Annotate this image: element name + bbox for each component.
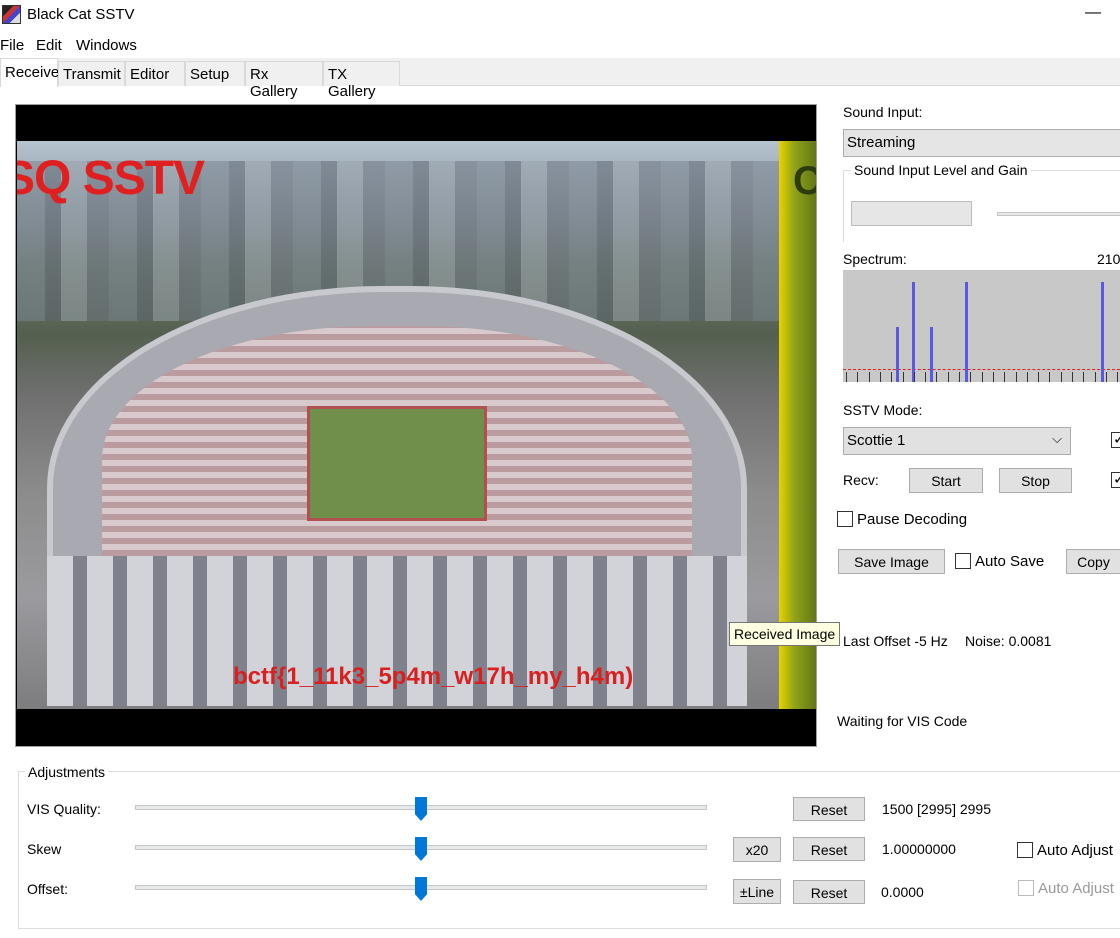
sstv-mode-value: Scottie 1 (847, 432, 906, 449)
spectrum-tick (947, 372, 949, 382)
received-image-panel[interactable]: C SQ SSTV bctf{1_11k3_5p4m_w17h_my_h4m) (15, 104, 817, 747)
chevron-down-icon: ⌵ (1052, 431, 1062, 446)
offset-line-button[interactable]: ±Line (733, 879, 781, 904)
spectrum-tick (846, 372, 847, 382)
vis-quality-label: VIS Quality: (27, 801, 101, 817)
spectrum-tick (891, 372, 893, 382)
spectrum-tick (981, 372, 983, 382)
auto-save-label: Auto Save (975, 553, 1045, 570)
minimize-button[interactable]: — (1083, 5, 1103, 24)
recv-checkbox[interactable] (1111, 470, 1120, 488)
spectrum-tick (1094, 372, 1096, 382)
spectrum-display (843, 270, 1120, 382)
stop-button[interactable]: Stop (999, 468, 1072, 493)
spectrum-bar (1101, 282, 1104, 382)
received-image: C SQ SSTV bctf{1_11k3_5p4m_w17h_my_h4m) (17, 141, 816, 709)
spectrum-baseline (843, 369, 1120, 370)
tab-tx-gallery[interactable]: TX Gallery (323, 61, 400, 100)
menu-file[interactable]: File (0, 37, 24, 54)
noise-text: Noise: 0.0081 (965, 633, 1052, 649)
image-overlay-flag: bctf{1_11k3_5p4m_w17h_my_h4m) (233, 663, 634, 690)
menu-edit[interactable]: Edit (36, 37, 62, 54)
spectrum-tick (1117, 372, 1119, 382)
spectrum-tick (992, 372, 994, 382)
gain-slider[interactable] (997, 212, 1120, 216)
vis-quality-value: 1500 [2995] 2995 (882, 801, 991, 817)
last-offset-text: Last Offset -5 Hz (843, 633, 948, 649)
sound-level-meter (851, 201, 972, 226)
save-image-button[interactable]: Save Image (838, 549, 945, 574)
image-strip-text: C (793, 159, 816, 204)
sstv-mode-label: SSTV Mode: (843, 402, 923, 418)
spectrum-tick (1105, 372, 1107, 382)
spectrum-tick (913, 372, 915, 382)
vis-quality-reset-button[interactable]: Reset (793, 797, 865, 821)
menu-windows[interactable]: Windows (76, 37, 137, 54)
mode-checkbox[interactable] (1111, 430, 1120, 448)
spectrum-bar (912, 282, 915, 382)
spectrum-tick (879, 372, 881, 382)
spectrum-tick (925, 372, 927, 382)
offset-reset-button[interactable]: Reset (793, 880, 865, 904)
skew-value: 1.00000000 (882, 841, 956, 857)
spectrum-bar (896, 327, 899, 382)
spectrum-label: Spectrum: (843, 251, 907, 267)
title-bar: Black Cat SSTV — (0, 0, 1120, 30)
recv-label: Recv: (843, 472, 879, 488)
spectrum-tick (857, 372, 859, 382)
received-image-tooltip: Received Image (729, 622, 841, 646)
tab-receive[interactable]: Receive (0, 58, 59, 87)
offset-label: Offset: (27, 881, 68, 897)
spectrum-tick (936, 372, 938, 382)
spectrum-tick (959, 372, 960, 382)
spectrum-bar (965, 282, 968, 382)
spectrum-tick (1004, 372, 1006, 382)
spectrum-tick (1049, 372, 1051, 382)
sound-input-label: Sound Input: (843, 104, 923, 120)
pause-decoding-label: Pause Decoding (857, 511, 968, 528)
adjustments-title: Adjustments (25, 764, 109, 780)
spectrum-tick (1083, 372, 1085, 382)
auto-adjust-label: Auto Adjust (1037, 842, 1113, 859)
spectrum-tick (1026, 372, 1028, 382)
waiting-status-text: Waiting for VIS Code (837, 713, 968, 729)
tab-editor[interactable]: Editor (125, 61, 185, 86)
pause-decoding-checkbox[interactable] (837, 511, 853, 527)
spectrum-scale-value: 210 (1097, 251, 1120, 267)
sound-level-group-title: Sound Input Level and Gain (851, 162, 1031, 178)
tab-rx-gallery[interactable]: Rx Gallery (245, 61, 323, 100)
window-title: Black Cat SSTV (27, 6, 135, 23)
skew-label: Skew (27, 841, 62, 857)
app-icon (2, 5, 21, 24)
tab-transmit[interactable]: Transmit (58, 61, 125, 86)
sound-input-select[interactable]: Streaming (843, 129, 1120, 157)
sstv-mode-select[interactable]: Scottie 1 ⌵ (843, 427, 1071, 455)
skew-x20-button[interactable]: x20 (733, 837, 781, 862)
spectrum-tick (1038, 372, 1040, 382)
spectrum-tick (902, 372, 904, 382)
auto-adjust-checkbox-disabled[interactable] (1018, 880, 1034, 896)
image-overlay-title: SQ SSTV (17, 152, 205, 205)
tab-strip: Receive Transmit Editor Setup Rx Gallery… (0, 58, 1120, 100)
auto-save-checkbox[interactable] (955, 553, 971, 569)
copy-button[interactable]: Copy (1066, 549, 1120, 574)
spectrum-bar (930, 327, 933, 382)
spectrum-tick (868, 372, 870, 382)
skew-reset-button[interactable]: Reset (793, 837, 865, 861)
image-football-field (307, 406, 487, 521)
spectrum-tick (1015, 372, 1017, 382)
start-button[interactable]: Start (909, 468, 983, 493)
tab-setup[interactable]: Setup (185, 61, 245, 86)
spectrum-tick (1060, 372, 1062, 382)
auto-adjust-label-disabled: Auto Adjust (1038, 880, 1114, 897)
spectrum-tick (970, 372, 972, 382)
offset-value: 0.0000 (881, 884, 924, 900)
auto-adjust-checkbox[interactable] (1017, 842, 1033, 858)
spectrum-tick (1072, 372, 1073, 382)
